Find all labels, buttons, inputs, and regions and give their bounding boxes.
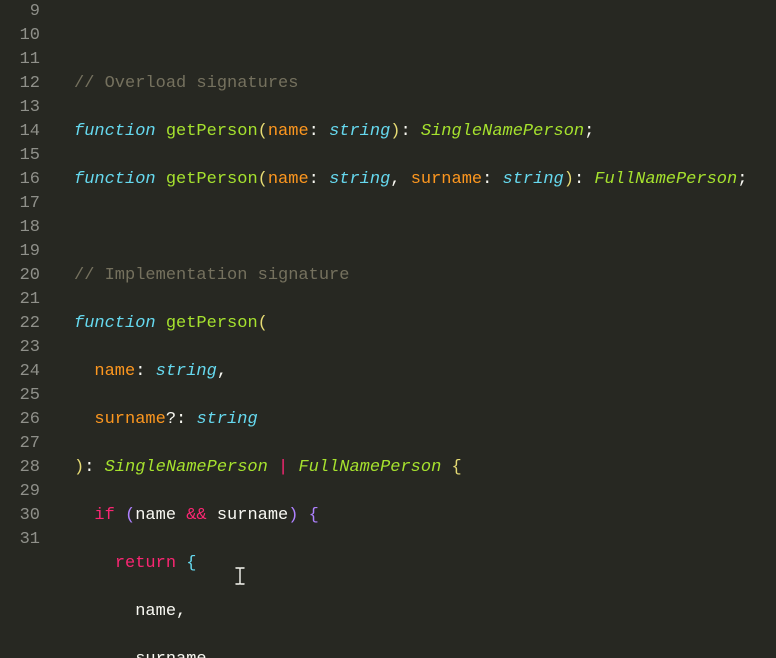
keyword: function [74, 314, 156, 333]
line-number: 17 [0, 192, 40, 216]
line-number: 22 [0, 312, 40, 336]
line-number: 26 [0, 408, 40, 432]
param: name [94, 362, 135, 381]
code-line[interactable]: // Overload signatures [74, 72, 776, 96]
code-line[interactable]: name, [74, 600, 776, 624]
line-number: 11 [0, 48, 40, 72]
line-number: 25 [0, 384, 40, 408]
identifier: name [135, 602, 176, 621]
code-line[interactable]: function getPerson(name: string, surname… [74, 168, 776, 192]
line-number: 15 [0, 144, 40, 168]
line-number: 14 [0, 120, 40, 144]
code-line[interactable] [74, 24, 776, 48]
line-number: 31 [0, 528, 40, 552]
type: string [329, 122, 390, 141]
line-number: 23 [0, 336, 40, 360]
code-line[interactable]: // Implementation signature [74, 264, 776, 288]
comment: // Implementation signature [74, 266, 349, 285]
line-number: 12 [0, 72, 40, 96]
identifier: surname [135, 650, 206, 658]
line-number: 29 [0, 480, 40, 504]
code-line[interactable]: ): SingleNamePerson | FullNamePerson { [74, 456, 776, 480]
code-line[interactable]: name: string, [74, 360, 776, 384]
line-number: 28 [0, 456, 40, 480]
line-number: 10 [0, 24, 40, 48]
line-number: 21 [0, 288, 40, 312]
line-number: 16 [0, 168, 40, 192]
param: surname [94, 410, 165, 429]
line-number: 20 [0, 264, 40, 288]
function-name: getPerson [166, 314, 258, 333]
line-number: 13 [0, 96, 40, 120]
return-type: FullNamePerson [594, 170, 737, 189]
keyword: if [94, 506, 114, 525]
code-line[interactable]: surname?: string [74, 408, 776, 432]
code-line[interactable]: function getPerson(name: string): Single… [74, 120, 776, 144]
type: string [156, 362, 217, 381]
line-number: 18 [0, 216, 40, 240]
line-number: 19 [0, 240, 40, 264]
code-line[interactable]: return { [74, 552, 776, 576]
comment: // Overload signatures [74, 74, 298, 93]
identifier: name [135, 506, 176, 525]
keyword: return [115, 554, 176, 573]
identifier: surname [217, 506, 288, 525]
line-number: 30 [0, 504, 40, 528]
function-name: getPerson [166, 122, 258, 141]
line-number: 27 [0, 432, 40, 456]
keyword: function [74, 122, 156, 141]
line-number-gutter: 9 10 11 12 13 14 15 16 17 18 19 20 21 22… [0, 0, 54, 658]
type: string [329, 170, 390, 189]
code-line[interactable]: if (name && surname) { [74, 504, 776, 528]
code-area[interactable]: // Overload signatures function getPerso… [54, 0, 776, 658]
param: name [268, 170, 309, 189]
line-number: 9 [0, 0, 40, 24]
operator: && [186, 506, 206, 525]
return-type: SingleNamePerson [421, 122, 584, 141]
code-line[interactable]: function getPerson( [74, 312, 776, 336]
type: string [503, 170, 564, 189]
code-editor[interactable]: 9 10 11 12 13 14 15 16 17 18 19 20 21 22… [0, 0, 776, 658]
return-type: FullNamePerson [298, 458, 441, 477]
line-number: 24 [0, 360, 40, 384]
param: name [268, 122, 309, 141]
code-line[interactable] [74, 216, 776, 240]
param: surname [411, 170, 482, 189]
code-line[interactable]: surname, [74, 648, 776, 658]
type: string [196, 410, 257, 429]
keyword: function [74, 170, 156, 189]
return-type: SingleNamePerson [105, 458, 268, 477]
function-name: getPerson [166, 170, 258, 189]
